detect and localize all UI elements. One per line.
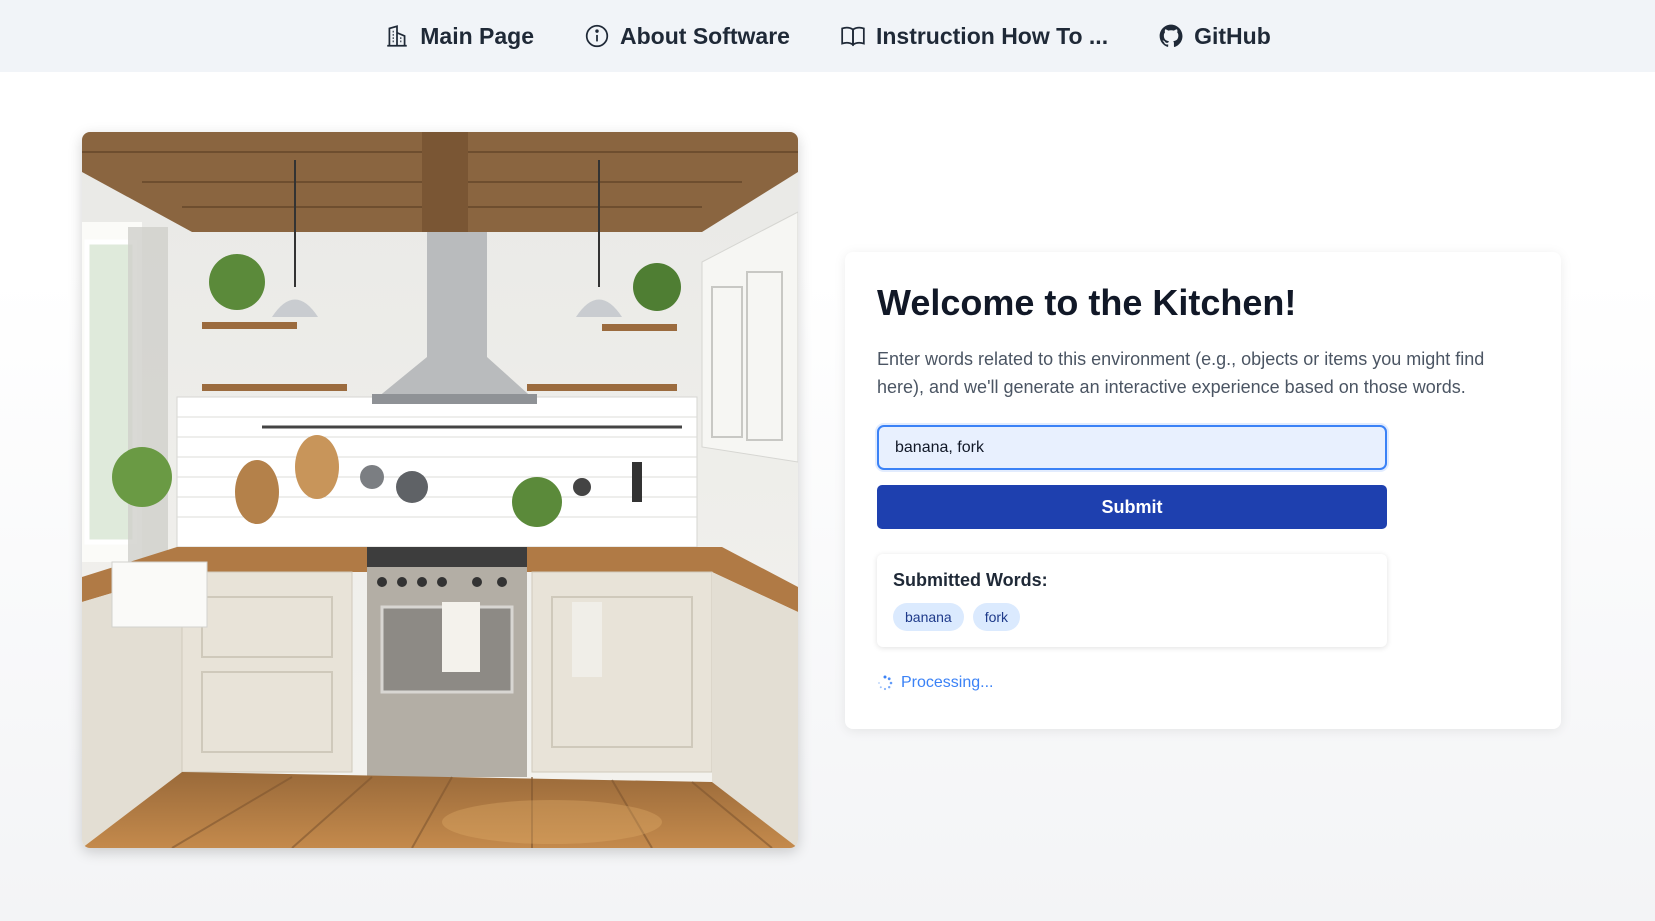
kitchen-illustration: [82, 132, 798, 848]
building-icon: [387, 25, 407, 47]
processing-status: Processing...: [877, 674, 993, 692]
info-icon: [585, 24, 609, 48]
submit-button[interactable]: Submit: [877, 485, 1387, 529]
word-tag: banana: [893, 603, 964, 631]
nav-github-label: GitHub: [1194, 22, 1271, 49]
github-icon: [1159, 24, 1183, 47]
spinner-icon: [878, 675, 893, 691]
top-nav: Main Page About Software Instruction How…: [0, 0, 1655, 72]
nav-main-page-label: Main Page: [420, 22, 535, 49]
word-tag: fork: [972, 603, 1021, 631]
processing-text: Processing...: [901, 674, 994, 691]
nav-github[interactable]: GitHub: [1158, 23, 1271, 50]
page-description: Enter words related to this environment …: [877, 349, 1485, 397]
nav-instruction-label: Instruction How To ...: [875, 22, 1109, 49]
submitted-words-panel: Submitted Words: banana fork: [877, 554, 1387, 647]
nav-about-software-label: About Software: [620, 22, 790, 49]
page-title: Welcome to the Kitchen!: [877, 282, 1297, 323]
nav-main-page[interactable]: Main Page: [384, 23, 534, 50]
welcome-card: Welcome to the Kitchen! Enter words rela…: [845, 252, 1561, 729]
words-input[interactable]: [877, 425, 1387, 470]
nav-about-software[interactable]: About Software: [584, 23, 790, 50]
nav-instruction[interactable]: Instruction How To ...: [840, 23, 1108, 50]
submitted-words-list: banana fork: [893, 603, 1371, 631]
kitchen-image: [82, 132, 798, 848]
submitted-words-heading: Submitted Words:: [893, 570, 1048, 590]
book-icon: [841, 26, 865, 47]
